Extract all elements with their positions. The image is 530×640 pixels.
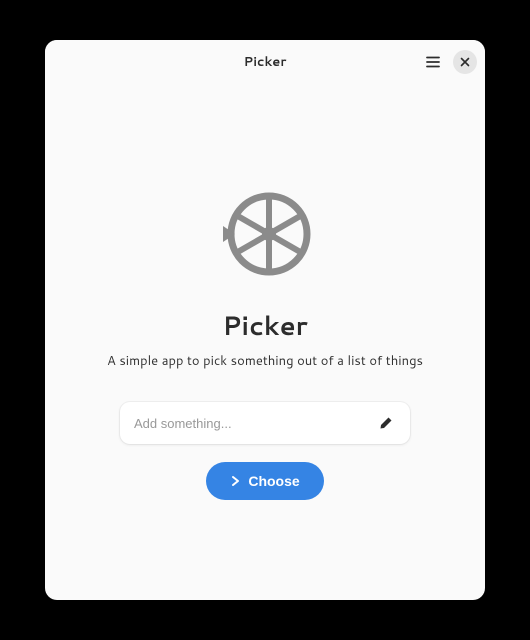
choose-button-label: Choose <box>248 473 299 489</box>
titlebar: Picker <box>45 40 485 84</box>
add-input-row <box>120 402 410 444</box>
app-window: Picker <box>45 40 485 600</box>
chevron-right-icon <box>230 475 240 487</box>
pencil-icon <box>379 416 393 430</box>
app-logo <box>215 184 315 284</box>
choose-button[interactable]: Choose <box>206 462 323 500</box>
main-content: Picker A simple app to pick something ou… <box>45 84 485 600</box>
menu-button[interactable] <box>421 50 445 74</box>
titlebar-controls <box>421 50 477 74</box>
window-title: Picker <box>244 53 287 71</box>
app-title: Picker <box>222 308 307 344</box>
app-subtitle: A simple app to pick something out of a … <box>107 352 423 370</box>
edit-button[interactable] <box>376 413 396 433</box>
close-icon <box>460 57 470 67</box>
wheel-icon <box>217 186 313 282</box>
close-button[interactable] <box>453 50 477 74</box>
add-something-input[interactable] <box>134 416 376 431</box>
hamburger-icon <box>425 54 441 70</box>
